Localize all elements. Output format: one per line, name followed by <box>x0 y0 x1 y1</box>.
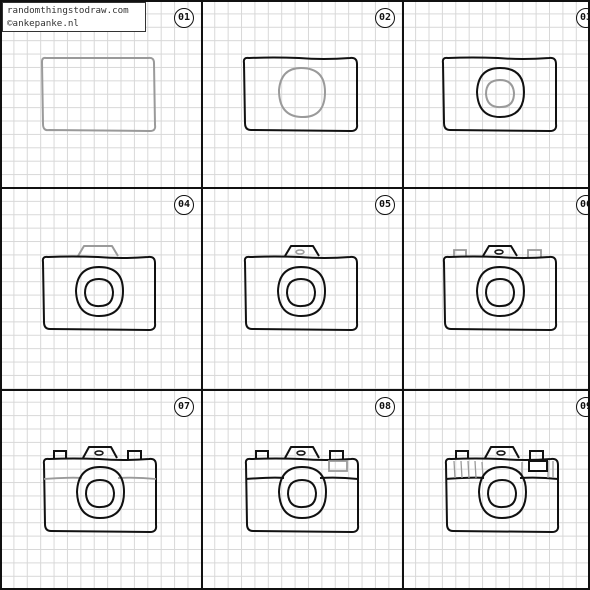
step-badge-5: 05 <box>375 195 395 215</box>
credit-site: randomthingstodraw.com <box>7 5 129 16</box>
panel-divider-v2 <box>402 0 404 590</box>
step-panel-2: 02 <box>203 2 401 187</box>
panel-divider-h2 <box>0 389 590 391</box>
step-badge-8: 08 <box>375 397 395 417</box>
drawing-sheet: 01 02 03 04 05 <box>0 0 590 590</box>
step-panel-9: 09 <box>404 391 590 576</box>
step-panel-3: 03 <box>404 2 590 187</box>
step-badge-7: 07 <box>174 397 194 417</box>
step-7-drawing <box>42 446 158 533</box>
step-badge-2: 02 <box>375 8 395 28</box>
panel-divider-v1 <box>201 0 203 590</box>
step-panel-8: 08 <box>203 391 401 576</box>
credit-box: randomthingstodraw.com ©ankepanke.nl <box>2 2 146 32</box>
credit-author: ©ankepanke.nl <box>7 18 79 29</box>
step-4-drawing <box>41 245 157 331</box>
step-2-drawing <box>242 56 359 132</box>
step-panel-4: 04 <box>2 189 200 374</box>
step-panel-6: 06 <box>404 189 590 374</box>
step-9-drawing <box>444 446 560 533</box>
step-3-drawing <box>441 56 558 132</box>
step-panel-7: 07 <box>2 391 200 576</box>
step-badge-1: 01 <box>174 8 194 28</box>
step-panel-5: 05 <box>203 189 401 374</box>
step-6-drawing <box>442 245 558 331</box>
step-5-drawing <box>243 245 359 331</box>
step-8-drawing <box>244 446 360 533</box>
panel-divider-h1 <box>0 187 590 189</box>
step-badge-4: 04 <box>174 195 194 215</box>
panel-divider-left <box>0 0 2 590</box>
